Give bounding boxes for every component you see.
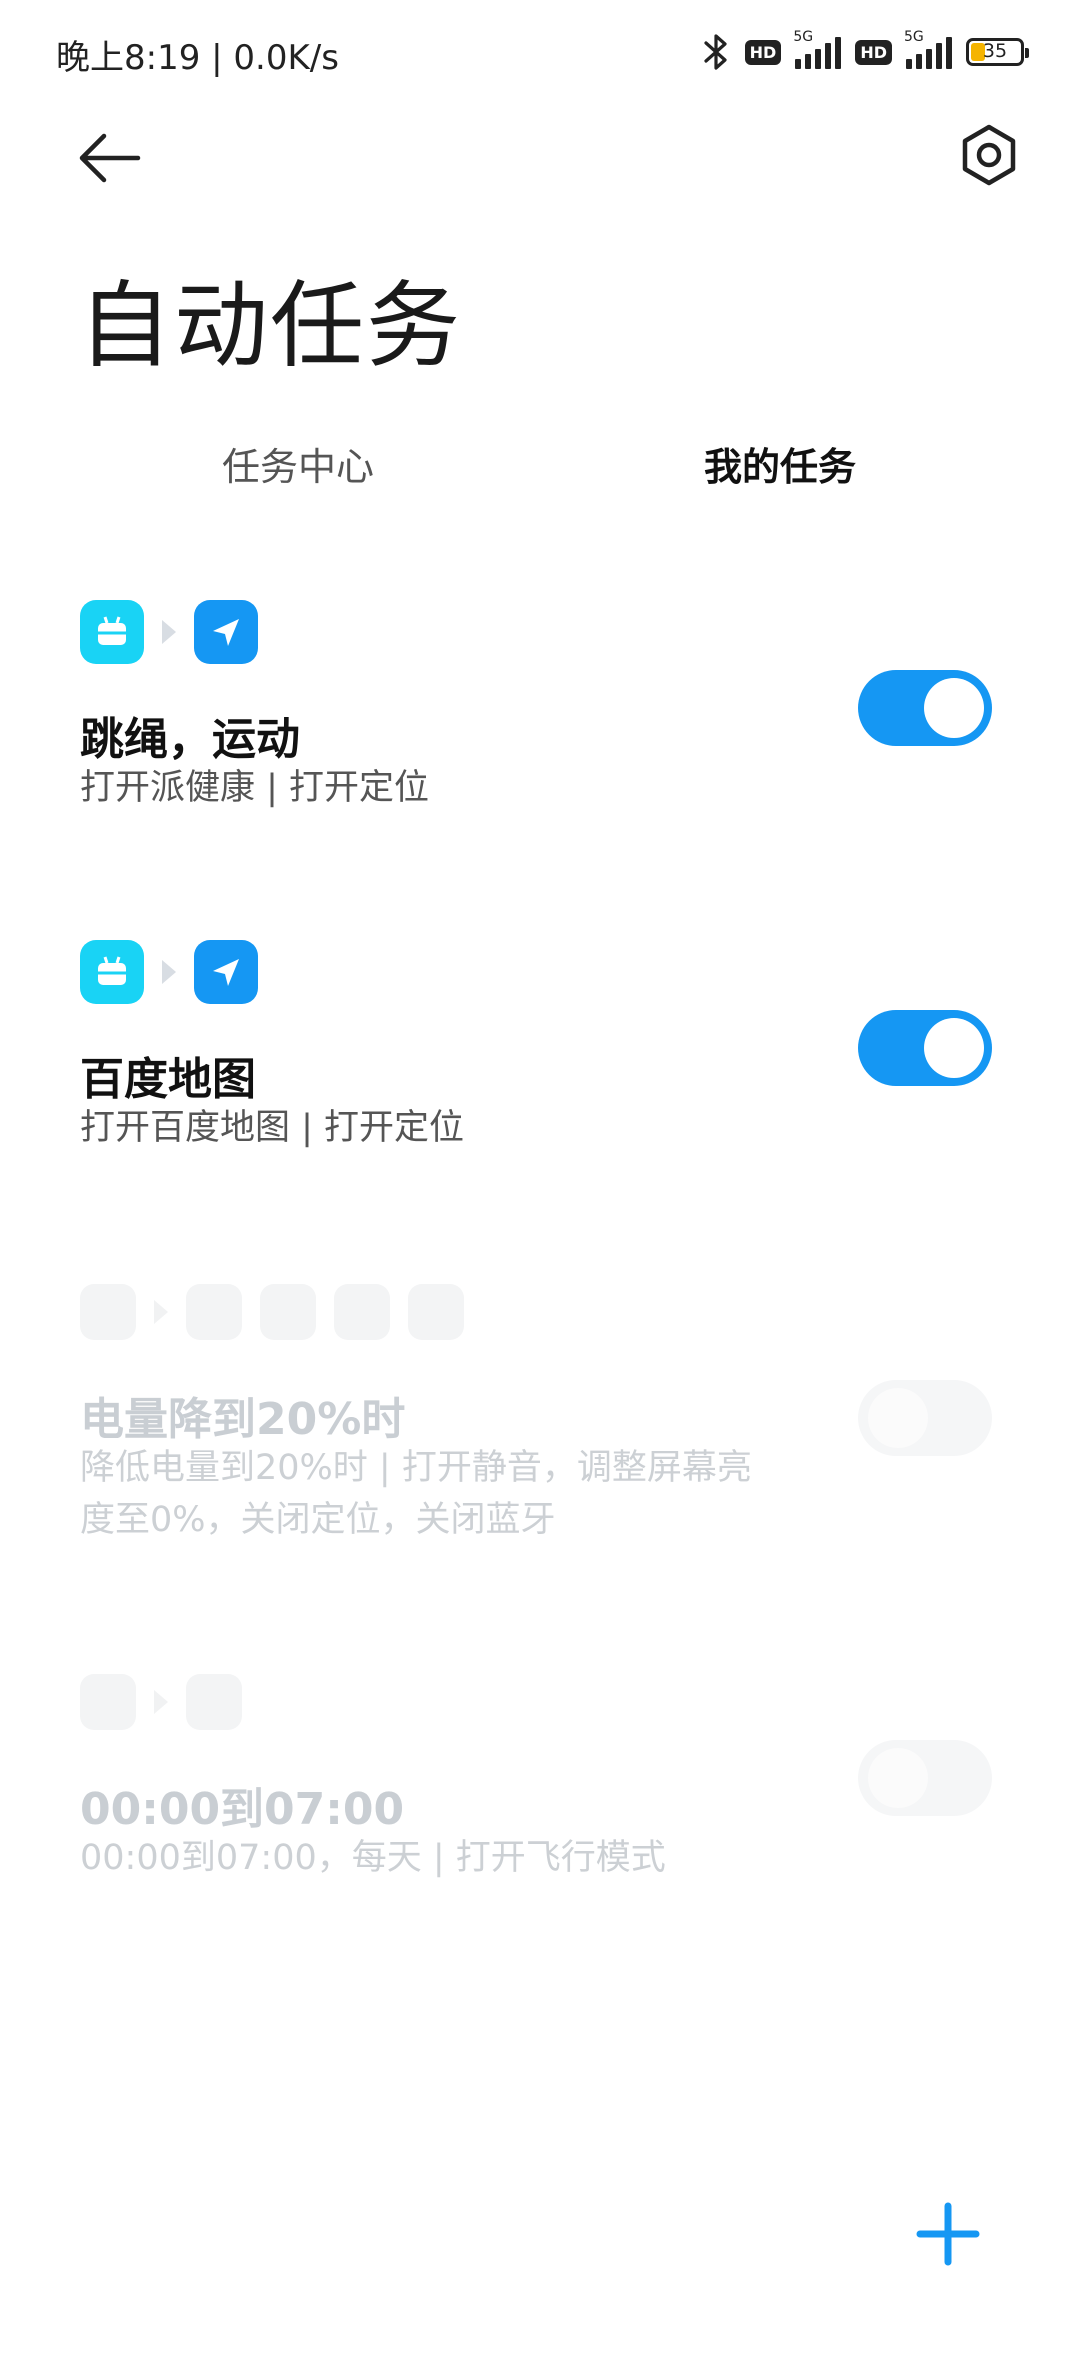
task-title: 电量降到20%时 [80, 1394, 406, 1445]
app-icon [80, 940, 144, 1004]
status-time: 晚上8:19 | 0.0K/s [56, 38, 339, 78]
arrow-separator-icon [162, 620, 176, 644]
task-item[interactable]: 百度地图 打开百度地图 | 打开定位 [0, 940, 1080, 1170]
app-icon [186, 1284, 242, 1340]
task-item[interactable]: 跳绳，运动 打开派健康 | 打开定位 [0, 600, 1080, 830]
task-item[interactable]: 00:00到07:00 00:00到07:00，每天 | 打开飞行模式 [0, 1670, 1080, 1900]
arrow-separator-icon [162, 960, 176, 984]
app-icon [260, 1284, 316, 1340]
tab-my-tasks[interactable]: 我的任务 [704, 436, 856, 491]
hd-badge: HD [744, 39, 782, 65]
task-toggle[interactable] [858, 1740, 992, 1816]
app-icon [80, 600, 144, 664]
app-icon [80, 1674, 136, 1730]
app-icon [334, 1284, 390, 1340]
app-icon [186, 1674, 242, 1730]
arrow-separator-icon [154, 1690, 168, 1714]
bluetooth-icon [704, 34, 727, 70]
task-toggle[interactable] [858, 1380, 992, 1456]
location-arrow-icon [194, 940, 258, 1004]
task-subtitle: 打开派健康 | 打开定位 [80, 768, 430, 808]
status-icons: HD 5G HD 5G 35 [701, 29, 1029, 74]
task-toggle[interactable] [858, 670, 992, 746]
signal-icon: 5G [904, 29, 952, 69]
battery-icon: 35 [966, 38, 1029, 66]
task-subtitle: 00:00到07:00，每天 | 打开飞行模式 [80, 1838, 666, 1878]
task-toggle[interactable] [858, 1010, 992, 1086]
location-arrow-icon [194, 600, 258, 664]
back-button[interactable] [78, 130, 142, 186]
hd-badge: HD [855, 39, 892, 65]
task-subtitle: 度至0%，关闭定位，关闭蓝牙 [80, 1500, 556, 1540]
arrow-separator-icon [154, 1300, 168, 1324]
add-task-button[interactable] [916, 2202, 980, 2266]
task-title: 00:00到07:00 [80, 1784, 405, 1835]
page-title: 自动任务 [78, 272, 463, 381]
task-subtitle: 降低电量到20%时 | 打开静音，调整屏幕亮 [80, 1448, 752, 1488]
app-icon [408, 1284, 464, 1340]
signal-icon: 5G [793, 29, 842, 69]
settings-button[interactable] [956, 122, 1022, 188]
task-item[interactable]: 电量降到20%时 降低电量到20%时 | 打开静音，调整屏幕亮 度至0%，关闭定… [0, 1280, 1080, 1560]
task-subtitle: 打开百度地图 | 打开定位 [80, 1108, 465, 1148]
tab-task-center[interactable]: 任务中心 [222, 436, 374, 491]
task-title: 百度地图 [80, 1054, 256, 1105]
task-title: 跳绳，运动 [80, 714, 300, 765]
app-icon [80, 1284, 136, 1340]
